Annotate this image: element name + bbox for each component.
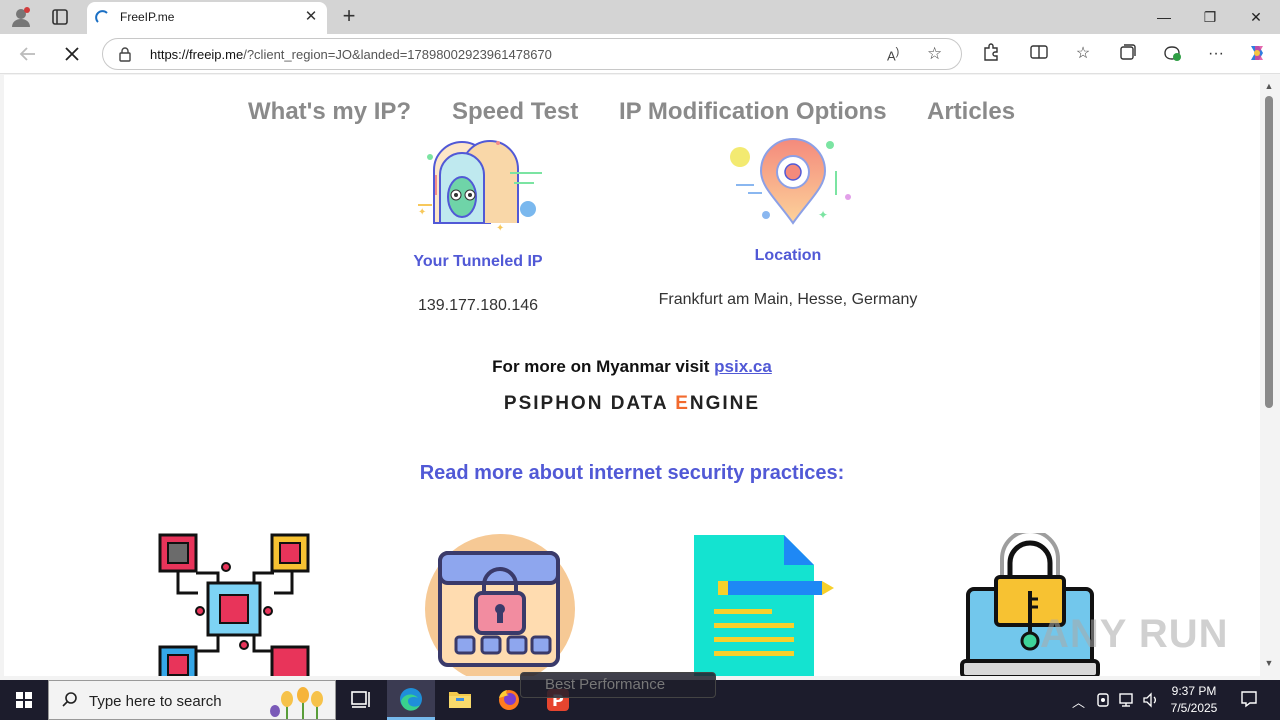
myanmar-text: For more on Myanmar visit xyxy=(492,357,715,376)
browser-toolbar: https://freeip.me/?client_region=JO&land… xyxy=(0,34,1280,74)
tray-app-icon[interactable] xyxy=(1096,692,1110,711)
favorite-star-icon[interactable]: ☆ xyxy=(927,44,947,64)
windows-start-icon[interactable] xyxy=(0,680,48,720)
page-scrollbar[interactable]: ▲ ▼ xyxy=(1262,78,1276,672)
tulips-decoration-icon xyxy=(267,683,333,720)
search-icon xyxy=(61,691,79,714)
tab-freeip[interactable]: FreeIP.me ✕ xyxy=(87,2,327,34)
nav-whats-my-ip[interactable]: What's my IP? xyxy=(248,98,411,126)
stop-loading-icon[interactable] xyxy=(60,42,84,66)
search-placeholder: Type here to search xyxy=(89,693,222,710)
location-pin-illustration-icon: ✦ xyxy=(726,135,856,227)
best-performance-text: Best Performance xyxy=(545,676,666,693)
svg-text:✦: ✦ xyxy=(496,223,504,234)
tray-chevron-icon[interactable]: ︿ xyxy=(1072,692,1085,711)
split-screen-icon[interactable] xyxy=(1027,42,1051,66)
nav-speed-test[interactable]: Speed Test xyxy=(452,98,578,126)
svg-text:✦: ✦ xyxy=(818,208,828,222)
network-icon[interactable] xyxy=(1118,692,1136,711)
tab-title: FreeIP.me xyxy=(120,10,175,24)
tab-actions-icon[interactable] xyxy=(50,7,70,27)
taskbar-search-box[interactable]: Type here to search xyxy=(48,680,336,720)
file-explorer-icon[interactable] xyxy=(436,680,484,720)
psiphon-data-engine-logo[interactable]: PSIPHON DATA ENGINE xyxy=(4,393,1260,415)
lock-icon[interactable] xyxy=(117,46,133,62)
browser-essentials-icon[interactable] xyxy=(1160,42,1184,66)
lock-chest-article-icon[interactable] xyxy=(424,533,576,676)
settings-more-icon[interactable]: ··· xyxy=(1204,42,1228,66)
browser-tab-bar: FreeIP.me ✕ + — ❐ ✕ xyxy=(0,0,1280,34)
clock-time: 9:37 PM xyxy=(1171,684,1217,698)
notification-center-icon[interactable] xyxy=(1240,690,1258,711)
document-article-icon[interactable] xyxy=(690,533,842,676)
tab-close-icon[interactable]: ✕ xyxy=(303,9,319,25)
network-chip-article-icon[interactable] xyxy=(158,533,310,676)
svg-text:✦: ✦ xyxy=(418,207,426,218)
url-text: https://freeip.me/?client_region=JO&land… xyxy=(150,47,552,62)
nav-ip-modification[interactable]: IP Modification Options xyxy=(619,98,887,126)
back-icon[interactable] xyxy=(16,42,40,66)
favorites-icon[interactable]: ☆ xyxy=(1071,42,1095,66)
address-bar[interactable]: https://freeip.me/?client_region=JO&land… xyxy=(102,38,962,70)
anyrun-watermark: ANY RUN xyxy=(1040,612,1229,656)
taskbar-clock[interactable]: 9:37 PM 7/5/2025 xyxy=(1160,683,1228,717)
tunneled-ip-value: 139.177.180.146 xyxy=(417,297,539,314)
security-practices-heading: Read more about internet security practi… xyxy=(419,462,845,484)
loading-favicon-icon xyxy=(95,10,111,26)
location-value: Frankfurt am Main, Hesse, Germany xyxy=(658,291,918,308)
scroll-down-icon[interactable]: ▼ xyxy=(1264,658,1274,668)
window-close-icon[interactable]: ✕ xyxy=(1233,0,1279,34)
psix-link[interactable]: psix.ca xyxy=(714,357,772,376)
tunneled-ip-label: Your Tunneled IP xyxy=(413,253,543,270)
location-label: Location xyxy=(754,247,822,264)
tunnel-illustration-icon: ✦ ✦ xyxy=(414,135,544,235)
best-performance-popup[interactable]: Best Performance xyxy=(520,672,716,698)
task-view-icon[interactable] xyxy=(336,680,384,720)
minimize-icon[interactable]: — xyxy=(1141,0,1187,34)
scroll-up-icon[interactable]: ▲ xyxy=(1264,81,1274,91)
myanmar-notice: For more on Myanmar visit psix.ca xyxy=(4,357,1260,377)
new-tab-icon[interactable]: + xyxy=(338,5,360,27)
clock-date: 7/5/2025 xyxy=(1170,701,1218,715)
extensions-icon[interactable] xyxy=(979,42,1003,66)
scrollbar-thumb[interactable] xyxy=(1265,96,1273,408)
volume-icon[interactable] xyxy=(1142,692,1160,711)
edge-taskbar-icon[interactable] xyxy=(387,680,435,720)
read-aloud-icon[interactable]: A) xyxy=(887,46,905,64)
nav-articles[interactable]: Articles xyxy=(927,98,1015,126)
collections-icon[interactable] xyxy=(1116,42,1140,66)
profile-icon[interactable] xyxy=(10,6,32,28)
page-viewport: What's my IP? Speed Test IP Modification… xyxy=(4,75,1260,676)
restore-icon[interactable]: ❐ xyxy=(1187,0,1233,34)
copilot-icon[interactable] xyxy=(1245,42,1269,66)
